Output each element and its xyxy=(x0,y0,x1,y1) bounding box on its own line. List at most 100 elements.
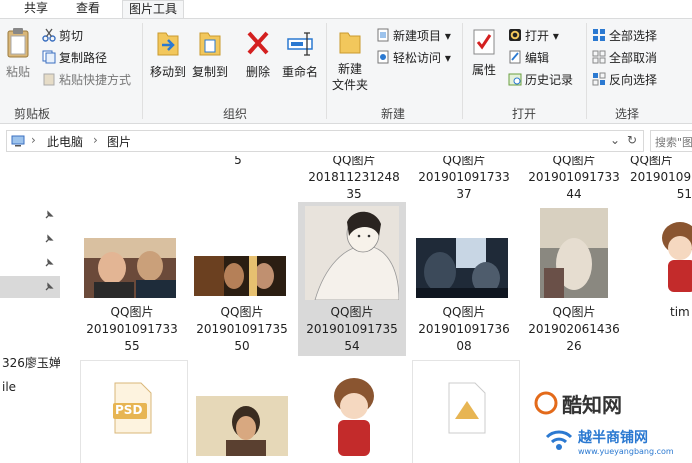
nav-item[interactable]: ile xyxy=(2,380,16,394)
rename-label: 重命名 xyxy=(281,65,318,79)
breadcrumb-pictures[interactable]: 图片 xyxy=(107,133,131,150)
open-group-label: 打开 xyxy=(511,107,536,121)
file-item[interactable]: QQ图片 201811231248 35 xyxy=(300,156,408,203)
photo-thumbnail xyxy=(318,366,390,462)
select-all-button[interactable]: 全部选择 xyxy=(592,27,657,45)
group-divider xyxy=(142,23,143,119)
new-group-label: 新建 xyxy=(380,107,405,121)
copy-to-label: 复制到 xyxy=(191,65,228,79)
psd-badge: PSD xyxy=(115,403,143,417)
select-none-button[interactable]: 全部取消 xyxy=(592,49,657,67)
invert-selection-button[interactable]: 反向选择 xyxy=(592,71,657,89)
new-folder-label: 新建 文件夹 xyxy=(331,62,368,92)
file-item[interactable]: QQ图片 201901091736 08 xyxy=(410,232,518,356)
delete-label: 删除 xyxy=(245,65,270,79)
breadcrumb-this-pc[interactable]: 此电脑 xyxy=(47,133,83,150)
open-app-icon xyxy=(509,29,521,41)
tab-view[interactable]: 查看 xyxy=(70,0,106,18)
file-list: 5 QQ图片 201811231248 35 QQ图片 201901091733… xyxy=(60,156,692,463)
file-item[interactable]: tim xyxy=(636,202,692,356)
easy-access-icon xyxy=(377,50,389,64)
edit-button[interactable]: 编辑 xyxy=(508,49,549,67)
file-item-selected[interactable]: QQ图片 201901091735 54 xyxy=(298,202,406,356)
pin-icon[interactable] xyxy=(44,258,54,268)
address-bar[interactable]: › 此电脑 › 图片 ⌄ ↻ xyxy=(6,130,644,152)
pin-icon[interactable] xyxy=(44,282,54,292)
file-item[interactable]: QQ图片 201901091733 44 xyxy=(520,156,628,203)
delete-button[interactable]: 删除 xyxy=(240,27,276,80)
group-divider xyxy=(326,23,327,119)
copy-path-button[interactable]: 复制路径 xyxy=(42,49,107,67)
clipboard-icon xyxy=(7,28,29,58)
file-item[interactable] xyxy=(412,360,520,463)
clipboard-group-label: 剪贴板 xyxy=(13,107,50,121)
address-row: › 此电脑 › 图片 ⌄ ↻ 搜索"图 xyxy=(0,126,692,156)
tab-picture-tools[interactable]: 图片工具 xyxy=(122,0,185,19)
invert-selection-label: 反向选择 xyxy=(609,73,658,87)
pin-icon[interactable] xyxy=(44,234,54,244)
select-all-icon xyxy=(593,29,605,41)
search-input[interactable]: 搜索"图 xyxy=(650,130,692,152)
open-button[interactable]: 打开 ▾ xyxy=(508,27,559,45)
easy-access-label: 轻松访问 xyxy=(393,51,442,65)
file-item[interactable]: QQ图片 201902061436 26 xyxy=(520,202,628,356)
new-folder-icon xyxy=(339,32,361,54)
file-item[interactable]: PSD xyxy=(80,360,188,463)
refresh-icon[interactable]: ↻ xyxy=(627,133,637,147)
cut-button[interactable]: 剪切 xyxy=(42,27,83,45)
move-to-button[interactable]: 移动到 xyxy=(148,27,188,80)
invert-selection-icon xyxy=(592,72,606,86)
new-item-label: 新建项目 xyxy=(393,29,442,43)
properties-check-icon xyxy=(473,29,495,55)
easy-access-button[interactable]: 轻松访问 ▾ xyxy=(376,49,451,67)
photo-thumbnail xyxy=(540,208,608,298)
new-folder-button[interactable]: 新建 文件夹 xyxy=(330,27,370,93)
properties-button[interactable]: 属性 xyxy=(466,27,502,78)
chevron-down-icon[interactable]: ⌄ xyxy=(610,133,620,147)
rename-icon xyxy=(287,32,313,56)
scissors-icon xyxy=(42,28,56,42)
move-to-label: 移动到 xyxy=(149,65,186,79)
file-item[interactable] xyxy=(192,360,300,463)
nav-item[interactable]: 326廖玉婵 xyxy=(2,354,60,371)
copy-to-button[interactable]: 复制到 xyxy=(190,27,230,80)
history-icon xyxy=(508,73,522,86)
organize-group-label: 组织 xyxy=(222,107,247,121)
photo-thumbnail xyxy=(305,206,399,300)
photo-thumbnail xyxy=(196,396,288,456)
file-item[interactable] xyxy=(300,360,408,463)
pin-icon[interactable] xyxy=(44,210,54,220)
paste-shortcut-icon xyxy=(43,73,55,86)
properties-label: 属性 xyxy=(471,63,496,77)
history-button[interactable]: 历史记录 xyxy=(508,71,573,89)
group-divider xyxy=(586,23,587,119)
delete-x-icon xyxy=(247,31,269,55)
breadcrumb-separator: › xyxy=(31,133,36,147)
new-item-button[interactable]: 新建项目 ▾ xyxy=(376,27,451,45)
select-none-label: 全部取消 xyxy=(609,51,658,65)
copy-path-icon xyxy=(42,50,56,64)
paste-label: 粘贴 xyxy=(5,65,30,79)
paste-shortcut-label: 粘贴快捷方式 xyxy=(59,73,132,87)
tab-share[interactable]: 共享 xyxy=(18,0,54,18)
navigation-pane: 326廖玉婵 ile xyxy=(0,156,60,463)
ribbon-tabs: 共享 查看 图片工具 xyxy=(0,0,692,19)
photo-thumbnail xyxy=(416,238,508,298)
file-item[interactable]: QQ图片 201901091735 50 xyxy=(188,232,296,356)
file-item[interactable]: 5 xyxy=(184,156,292,169)
cut-label: 剪切 xyxy=(59,29,84,43)
ribbon: 粘贴 剪切 复制路径 粘贴快捷方式 剪贴板 移动到 复制到 删除 重命名 组织 … xyxy=(0,18,692,124)
paste-shortcut-button[interactable]: 粘贴快捷方式 xyxy=(42,71,131,89)
edit-icon xyxy=(509,50,521,64)
file-item[interactable]: QQ图片 201901091733 55 xyxy=(78,232,186,356)
image-file-icon xyxy=(448,382,486,434)
photo-thumbnail xyxy=(640,208,692,298)
history-label: 历史记录 xyxy=(525,73,574,87)
select-group-label: 选择 xyxy=(614,107,639,121)
paste-button[interactable]: 粘贴 xyxy=(2,27,34,80)
rename-button[interactable]: 重命名 xyxy=(278,27,322,80)
computer-icon xyxy=(11,135,25,147)
file-item[interactable]: QQ图片 201901091733 37 xyxy=(410,156,518,203)
copy-to-icon xyxy=(199,32,221,56)
file-item[interactable]: QQ图片 20190109173 51 xyxy=(630,156,692,203)
